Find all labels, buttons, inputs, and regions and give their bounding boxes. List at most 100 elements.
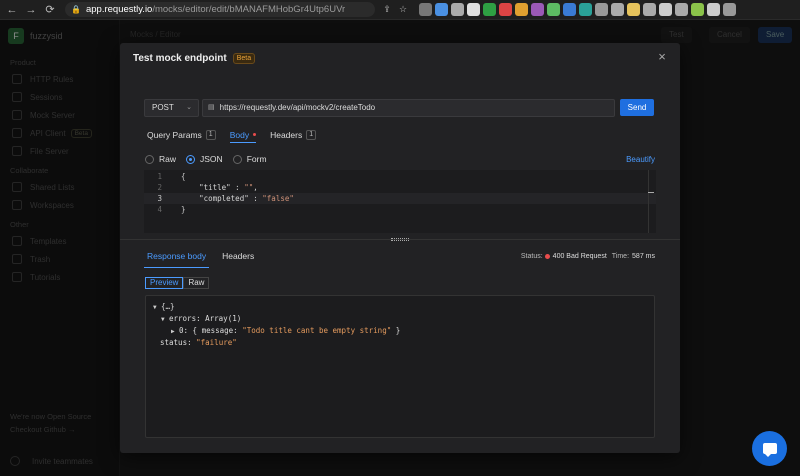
json-error-item[interactable]: ▶ 0: { message: "Todo title cant be empty…	[153, 325, 647, 337]
expand-triangle-icon[interactable]: ▶	[171, 326, 179, 337]
radio-json[interactable]: JSON	[186, 154, 223, 164]
lock-icon: 🔒	[71, 5, 81, 14]
extension-icon[interactable]	[723, 3, 736, 16]
extension-icon[interactable]	[627, 3, 640, 16]
cursor-marker	[648, 192, 654, 193]
reload-icon[interactable]: ⟳	[43, 3, 57, 17]
extension-icon[interactable]	[643, 3, 656, 16]
code-text: }	[181, 205, 186, 214]
tab-count: 1	[306, 130, 317, 140]
radio-label: JSON	[200, 154, 223, 164]
json-root[interactable]: ▼ {…}	[153, 301, 647, 313]
radio-circle[interactable]	[186, 154, 196, 164]
json-key: "title"	[199, 183, 231, 192]
share-icon[interactable]: ⇪	[381, 4, 393, 15]
send-button[interactable]: Send	[620, 99, 654, 116]
extension-icon[interactable]	[483, 3, 496, 16]
view-mode-toggle: Preview Raw	[145, 277, 210, 289]
beta-badge: Beta	[232, 53, 256, 64]
preview-button[interactable]: Preview	[145, 277, 184, 289]
radio-label: Form	[246, 154, 267, 164]
url-path: /mocks/editor/edit/bMANAFMHobGr4Utp6UVr	[152, 4, 346, 15]
response-status: Status: 400 Bad Request Time: 587 ms	[521, 253, 655, 260]
drag-handle-icon[interactable]	[391, 238, 409, 241]
tab-headers[interactable]: Headers 1	[270, 127, 317, 143]
test-mock-modal: Test mock endpoint Beta × POST ⌄ ▤ https…	[120, 43, 680, 453]
method-select[interactable]: POST ⌄	[144, 99, 199, 117]
json-errors-node[interactable]: ▼ errors: Array(1)	[153, 313, 647, 325]
json-value: "false"	[262, 194, 294, 203]
json-key: errors:	[169, 314, 201, 323]
tab-label: Headers	[270, 130, 303, 140]
extension-icon[interactable]	[675, 3, 688, 16]
tab-query-params[interactable]: Query Params 1	[147, 127, 216, 143]
line-number: 2	[157, 183, 162, 192]
radio-form[interactable]: Form	[232, 154, 267, 164]
extension-icon[interactable]	[659, 3, 672, 16]
bookmark-star-icon[interactable]: ☆	[397, 4, 409, 15]
extension-icon[interactable]	[531, 3, 544, 16]
collapse-triangle-icon[interactable]: ▼	[161, 314, 169, 325]
tab-label: Body	[229, 129, 250, 140]
chat-bubble-icon	[762, 443, 777, 457]
code-text: "completed" : "false"	[166, 193, 294, 204]
status-value: 400 Bad Request	[552, 253, 607, 260]
editor-scrollbar[interactable]	[648, 170, 656, 233]
extension-icon[interactable]	[595, 3, 608, 16]
json-root-label: {…}	[161, 302, 175, 311]
chat-launcher[interactable]	[752, 431, 787, 466]
extension-icon[interactable]	[707, 3, 720, 16]
json-key: 0:	[179, 326, 189, 335]
tab-body[interactable]: Body	[229, 127, 257, 143]
response-tabs: Response body Headers	[144, 250, 267, 268]
response-viewer: ▼ {…} ▼ errors: Array(1) ▶ 0: { message: "T…	[145, 295, 655, 438]
extension-icon[interactable]	[579, 3, 592, 16]
editor-line: 4 }	[144, 204, 656, 215]
tab-count: 1	[205, 130, 216, 140]
extension-icon[interactable]	[419, 3, 432, 16]
modal-title: Test mock endpoint Beta	[133, 53, 256, 64]
raw-button[interactable]: Raw	[183, 277, 210, 289]
extension-icon[interactable]	[515, 3, 528, 16]
panel-splitter[interactable]	[120, 238, 680, 244]
extension-icon[interactable]	[547, 3, 560, 16]
code-text: {	[181, 172, 186, 181]
extension-icon[interactable]	[499, 3, 512, 16]
radio-raw[interactable]: Raw	[145, 154, 176, 164]
line-number: 4	[157, 205, 162, 214]
beautify-link[interactable]: Beautify	[626, 155, 655, 164]
tab-response-headers[interactable]: Headers	[219, 250, 257, 268]
json-key: status:	[160, 338, 192, 347]
browser-toolbar: ← → ⟳ 🔒 app.requestly.io /mocks/editor/e…	[0, 0, 800, 20]
json-value: ""	[244, 183, 254, 192]
extension-icon[interactable]	[563, 3, 576, 16]
json-string: "failure"	[196, 338, 237, 347]
url-input[interactable]: ▤ https://requestly.dev/api/mockv2/creat…	[202, 99, 615, 117]
method-value: POST	[152, 103, 174, 112]
extension-icon[interactable]	[611, 3, 624, 16]
address-bar[interactable]: 🔒 app.requestly.io /mocks/editor/edit/bM…	[65, 2, 375, 17]
extension-icon[interactable]	[451, 3, 464, 16]
close-icon[interactable]: ×	[656, 50, 668, 63]
time-value: 587 ms	[632, 253, 655, 260]
collapse-triangle-icon[interactable]: ▼	[153, 302, 161, 313]
extension-icon[interactable]	[435, 3, 448, 16]
body-type-radios: Raw JSON Form	[145, 154, 277, 164]
radio-circle[interactable]	[145, 154, 154, 164]
time-label: Time:	[611, 253, 630, 260]
body-editor[interactable]: 1 { 2 "title" : "", 3 "completed" : "fal…	[144, 170, 656, 233]
status-label: Status:	[520, 253, 543, 260]
json-string: "Todo title cant be empty string"	[242, 326, 392, 335]
editor-line-active: 3 "completed" : "false"	[144, 193, 656, 204]
status-dot	[544, 254, 550, 259]
url-icon: ▤	[208, 104, 215, 111]
json-preview-open: { message:	[192, 326, 243, 335]
back-icon[interactable]: ←	[5, 3, 19, 17]
radio-circle[interactable]	[232, 154, 242, 164]
extension-icon[interactable]	[467, 3, 480, 16]
tab-response-body[interactable]: Response body	[144, 250, 210, 268]
json-sep: :	[230, 183, 245, 192]
extension-icon[interactable]	[691, 3, 704, 16]
forward-icon[interactable]: →	[24, 3, 38, 17]
modal-title-text: Test mock endpoint	[133, 53, 227, 64]
